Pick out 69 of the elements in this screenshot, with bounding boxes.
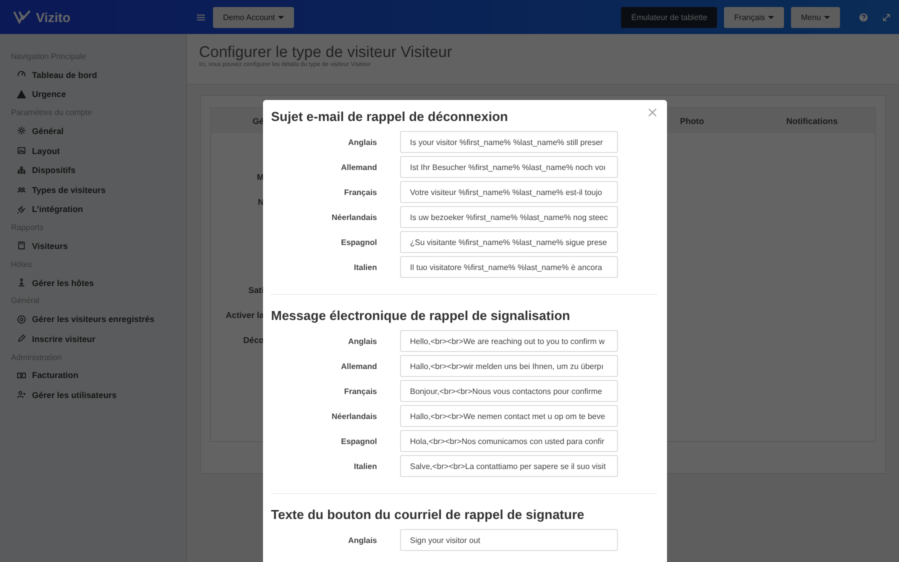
user-plus-icon (17, 390, 26, 400)
sidebar-item[interactable]: Facturation (11, 366, 186, 386)
field-label: Italien (352, 462, 377, 470)
text-field[interactable]: Il tuo visitatore %first_name% %last_name% è ancora (400, 256, 618, 278)
field-label: Néerlandais (330, 212, 377, 222)
text-field[interactable]: Is your visitor %first_name% %last_name% still preser (400, 131, 618, 153)
sitemap-icon (17, 166, 26, 175)
sidebar-item[interactable]: Dispositifs (11, 160, 186, 180)
sidebar-item[interactable]: Layout (11, 140, 186, 160)
sidebar-item[interactable]: Types de visiteurs (11, 180, 186, 200)
close-button[interactable] (646, 106, 659, 119)
text-field[interactable]: Hola,<br><br>Nos comunicamos con usted para confir (400, 430, 618, 452)
account-dropdown[interactable]: Demo Account (213, 6, 294, 28)
banknote-icon (17, 370, 26, 380)
text-field[interactable]: Bonjour,<br><br>Nous vous contactons pour confirme (400, 380, 618, 402)
sidebar-item[interactable]: Inscrire visiteur (11, 328, 186, 349)
sidebar-item[interactable]: Tableau de bord (11, 65, 186, 85)
field-label: Anglais (347, 138, 377, 146)
warning-icon (17, 90, 26, 99)
pencil-icon (17, 334, 26, 344)
sidebar-item[interactable]: Gérer les utilisateurs (11, 385, 186, 405)
text-field[interactable]: Hallo,<br><br>We nemen contact met u op om te beve (400, 405, 618, 427)
field-label: Espagnol (340, 238, 377, 246)
text-field[interactable]: ¿Su visitante %first_name% %last_name% sigue prese (400, 231, 618, 253)
gear-icon (17, 126, 26, 136)
sidebar-item[interactable]: Gérer les hôtes (11, 272, 186, 292)
column-header: Gé (252, 116, 264, 126)
text-field[interactable]: Is uw bezoeker %first_name% %last_name% nog steec (400, 206, 618, 228)
menu-icon[interactable] (197, 14, 205, 20)
language-dropdown[interactable]: Français (724, 6, 784, 28)
field-label: Français (343, 386, 377, 396)
book-icon (17, 241, 26, 250)
sidebar-item[interactable]: L’intégration (11, 200, 186, 220)
field-label: Anglais (347, 536, 377, 544)
field-label: Espagnol (340, 436, 377, 446)
section-title: Sujet e-mail de rappel de déconnexion (271, 108, 508, 126)
help-icon[interactable] (859, 12, 868, 22)
field-label: Français (343, 188, 377, 196)
field-label: Allemand (340, 362, 377, 370)
plug-icon (17, 204, 26, 214)
field-label: Italien (352, 262, 377, 272)
image-icon (17, 146, 26, 156)
sidebar-item[interactable]: Urgence (11, 84, 186, 104)
sidebar-item[interactable]: Visiteurs (11, 236, 186, 256)
text-field[interactable]: Hallo,<br><br>wir melden uns bei Ihnen, um zu überpı (400, 355, 618, 377)
users-icon (17, 185, 26, 194)
field-label: Anglais (347, 336, 377, 346)
field-label: Néerlandais (330, 412, 377, 420)
section-title: Message électronique de rappel de signalisation (271, 307, 570, 325)
sidebar-item[interactable]: Gérer les visiteurs enregistrés (11, 309, 186, 329)
text-field[interactable]: Hello,<br><br>We are reaching out to you to confirm w (400, 330, 618, 352)
tablet-emulator-button[interactable]: Émulateur de tablette (621, 6, 718, 28)
sidebar-item[interactable]: Général (11, 121, 186, 141)
logo-icon (13, 10, 31, 24)
gauge-icon (17, 70, 26, 80)
section-title: Texte du bouton du courriel de rappel de signature (271, 506, 584, 524)
form-label: Déco (243, 334, 264, 347)
text-field[interactable]: Salve,<br><br>La contattiamo per sapere se il suo visit (400, 455, 618, 477)
person-arrow-icon (17, 278, 26, 288)
brand-name: Vizito (36, 10, 70, 24)
column-header: Photo (678, 116, 706, 126)
expand-icon[interactable] (882, 12, 891, 22)
menu-dropdown[interactable]: Menu (790, 6, 840, 28)
text-field[interactable]: Sign your visitor out (400, 529, 618, 551)
column-header: Notifications (785, 116, 839, 126)
field-label: Allemand (340, 162, 377, 172)
page-title: Configurer le type de visiteur Visiteur (199, 44, 454, 62)
text-field[interactable]: Votre visiteur %first_name% %last_name% est-il toujo (400, 181, 618, 203)
text-field[interactable]: Ist Ihr Besucher %first_name% %last_name% noch voı (400, 156, 618, 178)
